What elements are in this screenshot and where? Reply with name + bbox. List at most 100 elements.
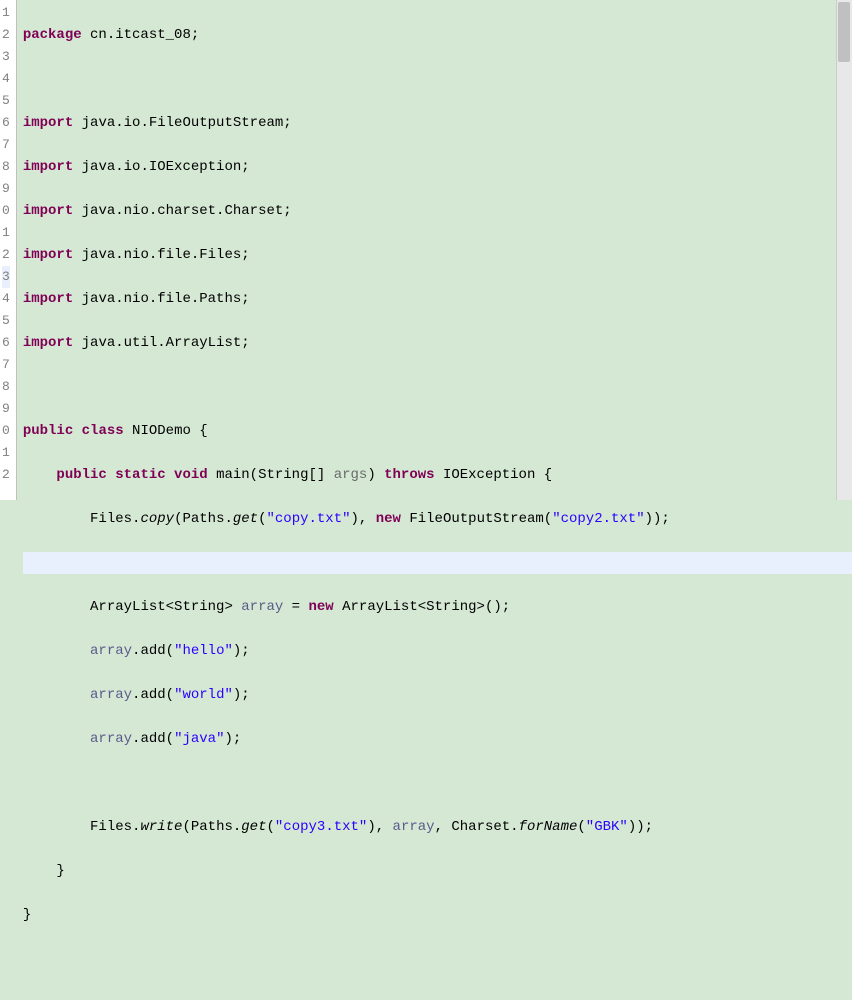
code-text: (Paths. [182,819,241,835]
line-number: 9 [2,178,10,200]
keyword: package [23,27,82,43]
code-text: java.nio.charset.Charset; [73,203,291,219]
static-method: write [140,819,182,835]
code-line[interactable]: } [23,904,852,926]
line-number: 2 [2,464,10,486]
code-line[interactable]: package cn.itcast_08; [23,24,852,46]
code-text: ); [233,687,250,703]
code-text: )); [628,819,653,835]
line-number: 5 [2,90,10,112]
keyword: import [23,247,73,263]
keyword: import [23,291,73,307]
indent [23,863,57,879]
line-number: 8 [2,376,10,398]
code-text: java.util.ArrayList; [73,335,249,351]
indent [23,511,90,527]
code-line-current[interactable] [23,552,852,574]
code-line[interactable]: Files.write(Paths.get("copy3.txt"), arra… [23,816,852,838]
line-number: 4 [2,288,10,310]
variable: array [90,687,132,703]
code-line[interactable]: array.add("hello"); [23,640,852,662]
code-text: java.nio.file.Paths; [73,291,249,307]
scrollbar-thumb[interactable] [838,2,850,62]
code-text: } [23,907,31,923]
line-number: 7 [2,134,10,156]
keyword: public [23,423,73,439]
line-number: 6 [2,112,10,134]
static-method: get [241,819,266,835]
code-text: .add( [132,687,174,703]
indent [23,643,90,659]
vertical-scrollbar[interactable] [836,0,852,500]
code-line[interactable] [23,772,852,794]
keyword: void [166,467,208,483]
code-text: ); [224,731,241,747]
code-text: (Paths. [174,511,233,527]
line-number: 8 [2,156,10,178]
line-number: 6 [2,332,10,354]
code-line[interactable]: array.add("world"); [23,684,852,706]
code-line[interactable]: import java.util.ArrayList; [23,332,852,354]
keyword: throws [384,467,434,483]
code-text: )); [645,511,670,527]
code-line[interactable]: public class NIODemo { [23,420,852,442]
code-line[interactable]: import java.io.IOException; [23,156,852,178]
code-line[interactable]: import java.nio.file.Files; [23,244,852,266]
keyword: import [23,335,73,351]
code-text: cn.itcast_08; [82,27,200,43]
code-text: .add( [132,731,174,747]
code-text: .add( [132,643,174,659]
variable: array [241,599,283,615]
indent [23,599,90,615]
line-number: 5 [2,310,10,332]
line-number: 3 [2,46,10,68]
code-line[interactable]: import java.nio.charset.Charset; [23,200,852,222]
line-number: 1 [2,2,10,24]
code-text: ); [233,643,250,659]
code-text: ), [367,819,392,835]
code-text: Files. [90,511,140,527]
keyword: import [23,203,73,219]
indent [23,731,90,747]
line-number: 1 [2,222,10,244]
variable: array [393,819,435,835]
code-line[interactable]: public static void main(String[] args) t… [23,464,852,486]
string-literal: "GBK" [586,819,628,835]
code-line[interactable]: ArrayList<String> array = new ArrayList<… [23,596,852,618]
string-literal: "java" [174,731,224,747]
line-number-gutter: 1 2 3 4 5 6 7 8 9 0 1 2 3 4 5 6 7 8 9 0 … [0,0,17,500]
code-line[interactable] [23,948,852,970]
code-line[interactable]: } [23,860,852,882]
code-text: java.io.FileOutputStream; [73,115,291,131]
code-line[interactable]: import java.io.FileOutputStream; [23,112,852,134]
code-editor[interactable]: package cn.itcast_08; import java.io.Fil… [17,0,852,500]
string-literal: "hello" [174,643,233,659]
line-number: 2 [2,24,10,46]
code-text: ( [258,511,266,527]
code-text: ArrayList<String> [90,599,241,615]
keyword: class [73,423,123,439]
variable: array [90,731,132,747]
string-literal: "copy2.txt" [552,511,644,527]
string-literal: "copy.txt" [267,511,351,527]
code-text: Files. [90,819,140,835]
keyword: import [23,115,73,131]
keyword: static [107,467,166,483]
code-text: ), [351,511,376,527]
line-number: 0 [2,420,10,442]
code-text: main(String[] [208,467,334,483]
code-text: FileOutputStream( [401,511,552,527]
code-text: ( [577,819,585,835]
variable: array [90,643,132,659]
static-method: forName [519,819,578,835]
code-line[interactable]: array.add("java"); [23,728,852,750]
code-text: , Charset. [435,819,519,835]
code-line[interactable]: Files.copy(Paths.get("copy.txt"), new Fi… [23,508,852,530]
line-number: 1 [2,442,10,464]
code-line[interactable]: import java.nio.file.Paths; [23,288,852,310]
code-line[interactable] [23,376,852,398]
code-text: java.io.IOException; [73,159,249,175]
code-text: java.nio.file.Files; [73,247,249,263]
code-line[interactable] [23,68,852,90]
indent [23,819,90,835]
